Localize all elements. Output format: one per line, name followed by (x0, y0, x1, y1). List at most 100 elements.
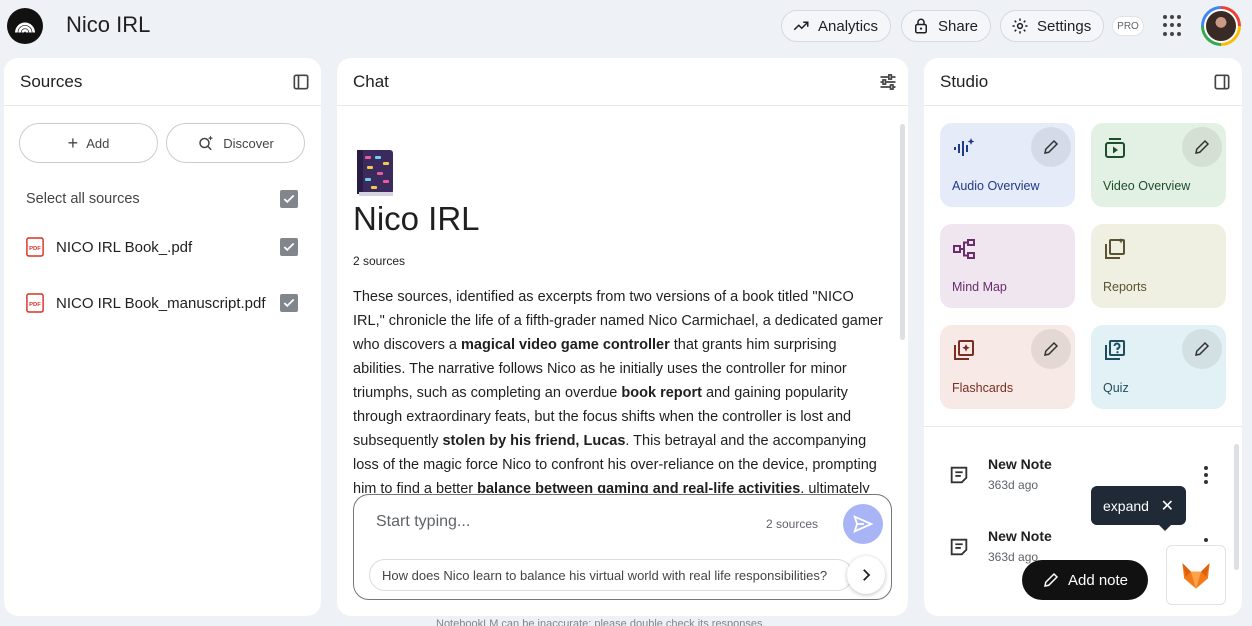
notebook-title[interactable]: Nico IRL (66, 12, 150, 38)
add-note-button[interactable]: Add note (1022, 560, 1148, 600)
source-name: NICO IRL Book_.pdf (56, 238, 193, 256)
pencil-icon (1044, 572, 1059, 587)
chat-header: Chat (337, 58, 908, 106)
source-name: NICO IRL Book_manuscript.pdf (56, 294, 266, 312)
notebooklm-logo-icon[interactable] (7, 8, 43, 44)
discover-button[interactable]: Discover (166, 123, 305, 163)
gear-icon (1012, 18, 1028, 34)
svg-text:PDF: PDF (29, 302, 41, 308)
notes-scrollbar[interactable] (1234, 444, 1239, 570)
select-all-label: Select all sources (26, 191, 140, 207)
more-vert-icon[interactable] (1204, 466, 1208, 484)
note-icon (950, 538, 968, 556)
tile-mind-map[interactable]: Mind Map (940, 224, 1075, 308)
lock-icon (915, 18, 927, 34)
collapse-panel-icon[interactable] (1212, 72, 1232, 92)
sources-panel: Sources + Add Discover Select all source… (4, 58, 321, 616)
book-emoji-icon (357, 150, 393, 196)
apps-grid-icon[interactable] (1163, 15, 1185, 37)
top-bar: Nico IRL Analytics Share Settings PRO (0, 0, 1252, 54)
mind-map-icon (953, 239, 975, 259)
studio-title: Studio (940, 71, 989, 91)
tile-label: Audio Overview (952, 179, 1040, 193)
settings-button[interactable]: Settings (1000, 10, 1105, 42)
edit-button[interactable] (1182, 127, 1222, 167)
source-count: 2 sources (353, 254, 406, 268)
send-icon (853, 515, 874, 533)
sources-header: Sources (4, 58, 321, 106)
analytics-label: Analytics (818, 17, 879, 35)
pencil-icon (1044, 139, 1059, 154)
studio-panel: Studio Audio Overview Video Overview Min… (924, 58, 1242, 616)
suggested-question-chip[interactable]: How does Nico learn to balance his virtu… (369, 559, 853, 591)
send-button[interactable] (843, 504, 883, 544)
notebook-summary: These sources, identified as excerpts fr… (353, 289, 883, 493)
tile-video-overview[interactable]: Video Overview (1091, 123, 1226, 207)
tile-flashcards[interactable]: Flashcards (940, 325, 1075, 409)
quiz-icon (1105, 340, 1125, 360)
check-icon (283, 242, 295, 252)
note-time: 363d ago (988, 550, 1039, 564)
avatar[interactable] (1201, 6, 1241, 46)
pdf-icon: PDF (26, 237, 44, 257)
svg-text:PDF: PDF (29, 246, 41, 252)
tooltip-label: expand (1103, 497, 1149, 514)
notebook-heading: Nico IRL (353, 200, 480, 237)
tile-label: Mind Map (952, 280, 1007, 294)
share-label: Share (938, 17, 979, 35)
pencil-icon (1195, 341, 1210, 356)
notes-divider (924, 426, 1242, 427)
tile-audio-overview[interactable]: Audio Overview (940, 123, 1075, 207)
note-icon (950, 466, 968, 484)
tile-label: Reports (1103, 280, 1147, 294)
tile-label: Flashcards (952, 381, 1014, 395)
fox-logo-icon (1182, 563, 1210, 589)
next-suggestion-button[interactable] (847, 556, 885, 594)
add-note-label: Add note (1067, 571, 1129, 589)
edit-button[interactable] (1182, 329, 1222, 369)
plus-icon: + (67, 132, 79, 153)
avatar-photo (1204, 9, 1238, 43)
collapse-panel-icon[interactable] (291, 72, 311, 92)
trending-up-icon (793, 21, 809, 31)
settings-label: Settings (1037, 17, 1092, 35)
share-button[interactable]: Share (901, 10, 992, 42)
tune-icon[interactable] (878, 72, 898, 92)
add-source-label: Add (86, 135, 110, 151)
check-icon (283, 194, 295, 204)
expand-tooltip: expand ✕ (1091, 486, 1186, 531)
tile-quiz[interactable]: Quiz (1091, 325, 1226, 409)
tile-reports[interactable]: Reports (1091, 224, 1226, 308)
edit-button[interactable] (1031, 329, 1071, 369)
sources-title: Sources (20, 71, 83, 91)
chat-scrollbar[interactable] (900, 124, 905, 340)
select-all-row[interactable]: Select all sources (26, 187, 298, 211)
source-checkbox[interactable] (280, 238, 298, 256)
analytics-button[interactable]: Analytics (781, 10, 892, 42)
close-icon[interactable]: ✕ (1161, 496, 1174, 516)
source-item[interactable]: PDF NICO IRL Book_.pdf (26, 235, 298, 259)
reports-icon (1105, 238, 1125, 259)
source-checkbox[interactable] (280, 294, 298, 312)
tile-label: Video Overview (1103, 179, 1191, 193)
composer-source-count: 2 sources (766, 517, 819, 531)
pencil-icon (1044, 341, 1059, 356)
note-title: New Note (988, 528, 1052, 544)
discover-label: Discover (223, 135, 274, 151)
fox-extension-icon[interactable] (1166, 545, 1226, 605)
select-all-checkbox[interactable] (280, 190, 298, 208)
logo-arcs-icon (15, 22, 35, 33)
pdf-icon: PDF (26, 293, 44, 313)
chat-title: Chat (353, 71, 389, 91)
chat-input[interactable]: Start typing... (376, 513, 470, 531)
source-item[interactable]: PDF NICO IRL Book_manuscript.pdf (26, 291, 298, 315)
chat-panel: Chat Nico IRL 2 sources These sources, i… (337, 58, 908, 616)
edit-button[interactable] (1031, 127, 1071, 167)
check-icon (283, 298, 295, 308)
tile-label: Quiz (1103, 381, 1129, 395)
audio-waveform-icon (954, 138, 975, 156)
video-overview-icon (1105, 138, 1125, 158)
add-source-button[interactable]: + Add (19, 123, 158, 163)
studio-header: Studio (924, 58, 1242, 106)
chevron-right-icon (863, 569, 871, 581)
